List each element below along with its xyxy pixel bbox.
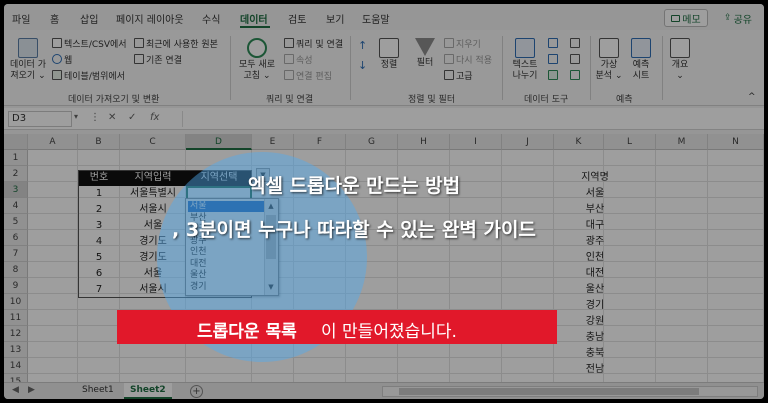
- title-line-1: 엑셀 드롭다운 만드는 방법: [248, 175, 461, 197]
- banner-bold-text: 드롭다운 목록: [197, 322, 297, 342]
- banner-text: 이 만들어졌습니다.: [321, 322, 457, 342]
- title-line-2: , 3분이면 누구나 따라할 수 있는 완벽 가이드: [172, 219, 536, 241]
- caption-banner: 드롭다운 목록 이 만들어졌습니다.: [117, 310, 557, 344]
